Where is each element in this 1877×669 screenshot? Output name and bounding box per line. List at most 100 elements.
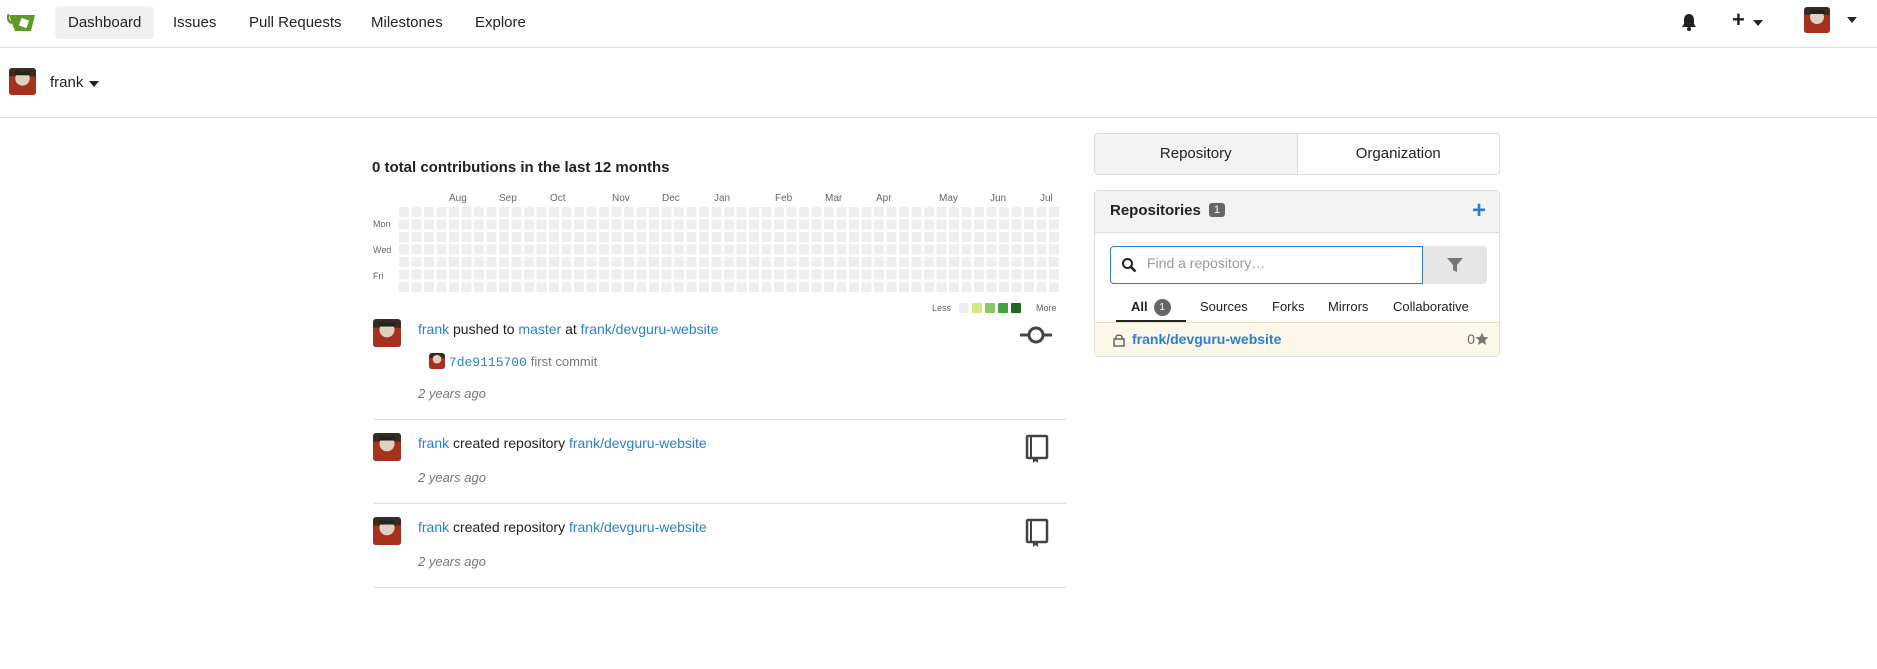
repo-search-input[interactable] — [1147, 255, 1407, 271]
heatmap-cell — [899, 282, 909, 292]
heatmap-cell — [836, 244, 847, 255]
heatmap-cell — [1036, 282, 1047, 292]
filter-tab-mirrors[interactable]: Mirrors — [1328, 299, 1368, 314]
heatmap-cell — [599, 282, 609, 292]
feed-avatar[interactable] — [373, 319, 401, 347]
chevron-down-icon[interactable] — [89, 81, 99, 87]
heatmap-cell — [599, 207, 609, 217]
heatmap-cell — [586, 269, 597, 280]
bell-icon[interactable] — [1681, 13, 1697, 31]
feed-repo-link[interactable]: frank/devguru-website — [581, 321, 719, 337]
heatmap-cell — [836, 232, 847, 242]
heatmap-cell — [624, 219, 634, 230]
feed-user-link[interactable]: frank — [418, 321, 449, 337]
heatmap-cell — [836, 257, 847, 267]
heatmap-cell — [974, 232, 984, 242]
context-user-switcher[interactable]: frank — [50, 74, 83, 91]
tab-repository[interactable]: Repository — [1095, 134, 1298, 174]
heatmap-cell — [811, 282, 822, 292]
heatmap-cell — [999, 257, 1009, 267]
heatmap-cell — [986, 232, 997, 242]
nav-dashboard[interactable]: Dashboard — [55, 6, 155, 39]
legend-cell — [959, 303, 969, 313]
heatmap-cell — [536, 219, 547, 230]
heatmap-cell — [561, 257, 572, 267]
heatmap-cell — [1024, 282, 1034, 292]
heatmap-cell — [924, 219, 934, 230]
repo-search-row — [1110, 246, 1487, 284]
nav-pull-requests[interactable]: Pull Requests — [236, 6, 355, 39]
heatmap-cell — [599, 244, 609, 255]
heatmap-cell — [836, 207, 847, 217]
heatmap-cell — [449, 257, 459, 267]
heatmap-cell — [786, 269, 797, 280]
heatmap-cell — [849, 244, 859, 255]
heatmap-cell — [486, 219, 497, 230]
heatmap-cell — [911, 244, 922, 255]
heatmap-cell — [911, 257, 922, 267]
heatmap-cell — [636, 232, 647, 242]
heatmap-cell — [886, 207, 897, 217]
user-menu-dropdown[interactable] — [1804, 7, 1857, 36]
new-repo-plus-icon[interactable]: + — [1472, 197, 1486, 225]
feed-avatar[interactable] — [373, 517, 401, 545]
heatmap-cell — [524, 244, 534, 255]
heatmap-cell — [786, 282, 797, 292]
heatmap-cell — [711, 269, 722, 280]
filter-tab-all-label: All — [1131, 299, 1148, 314]
heatmap-cell — [461, 282, 472, 292]
commit-sha-link[interactable]: 7de9115700 — [449, 355, 527, 370]
contributions-title: 0 total contributions in the last 12 mon… — [372, 159, 670, 176]
heatmap-cell — [699, 269, 709, 280]
heatmap-cell — [624, 269, 634, 280]
feed-repo-link[interactable]: frank/devguru-website — [569, 519, 707, 535]
heatmap-cell — [499, 269, 509, 280]
tab-organization[interactable]: Organization — [1298, 134, 1500, 174]
heatmap-cell — [624, 282, 634, 292]
filter-tab-collaborative[interactable]: Collaborative — [1393, 299, 1469, 314]
heatmap-month: Jun — [990, 193, 1007, 204]
gitea-logo-icon[interactable] — [7, 9, 37, 35]
heatmap-month: May — [939, 193, 958, 204]
feed-avatar[interactable] — [373, 433, 401, 461]
nav-issues[interactable]: Issues — [160, 6, 229, 39]
feed-user-link[interactable]: frank — [418, 435, 449, 451]
repo-name-link[interactable]: frank/devguru-website — [1132, 331, 1281, 347]
repo-list-item[interactable]: frank/devguru-website 0 — [1095, 322, 1499, 356]
heatmap-cell — [511, 244, 522, 255]
heatmap-cell — [661, 207, 672, 217]
heatmap-cell — [761, 219, 772, 230]
nav-explore[interactable]: Explore — [462, 6, 539, 39]
filter-tab-all[interactable]: All 1 — [1131, 299, 1171, 316]
repo-filter-button[interactable] — [1423, 246, 1487, 284]
heatmap-cell — [724, 219, 734, 230]
heatmap-cell — [961, 232, 972, 242]
heatmap-cell — [699, 244, 709, 255]
feed-branch-link[interactable]: master — [518, 321, 561, 337]
legend-cell — [972, 303, 982, 313]
create-new-dropdown[interactable]: + — [1732, 9, 1763, 31]
heatmap-cell — [749, 244, 759, 255]
heatmap-cell — [861, 232, 872, 242]
heatmap-cell — [1036, 219, 1047, 230]
heatmap-cell — [561, 269, 572, 280]
feed-user-link[interactable]: frank — [418, 519, 449, 535]
heatmap-cell — [874, 269, 884, 280]
heatmap-cell — [424, 257, 434, 267]
heatmap-cell — [824, 282, 834, 292]
heatmap-cell — [524, 207, 534, 217]
heatmap-cell — [536, 269, 547, 280]
heatmap-cell — [461, 257, 472, 267]
filter-tab-forks[interactable]: Forks — [1272, 299, 1305, 314]
heatmap-cell — [499, 219, 509, 230]
heatmap-cell — [574, 219, 584, 230]
repo-book-icon — [1025, 434, 1049, 463]
filter-tab-sources[interactable]: Sources — [1200, 299, 1248, 314]
heatmap-cell — [824, 219, 834, 230]
heatmap-cell — [486, 207, 497, 217]
heatmap-cell — [711, 282, 722, 292]
nav-milestones[interactable]: Milestones — [358, 6, 456, 39]
lock-icon — [1113, 334, 1125, 347]
feed-repo-link[interactable]: frank/devguru-website — [569, 435, 707, 451]
heatmap-cell — [1049, 257, 1059, 267]
